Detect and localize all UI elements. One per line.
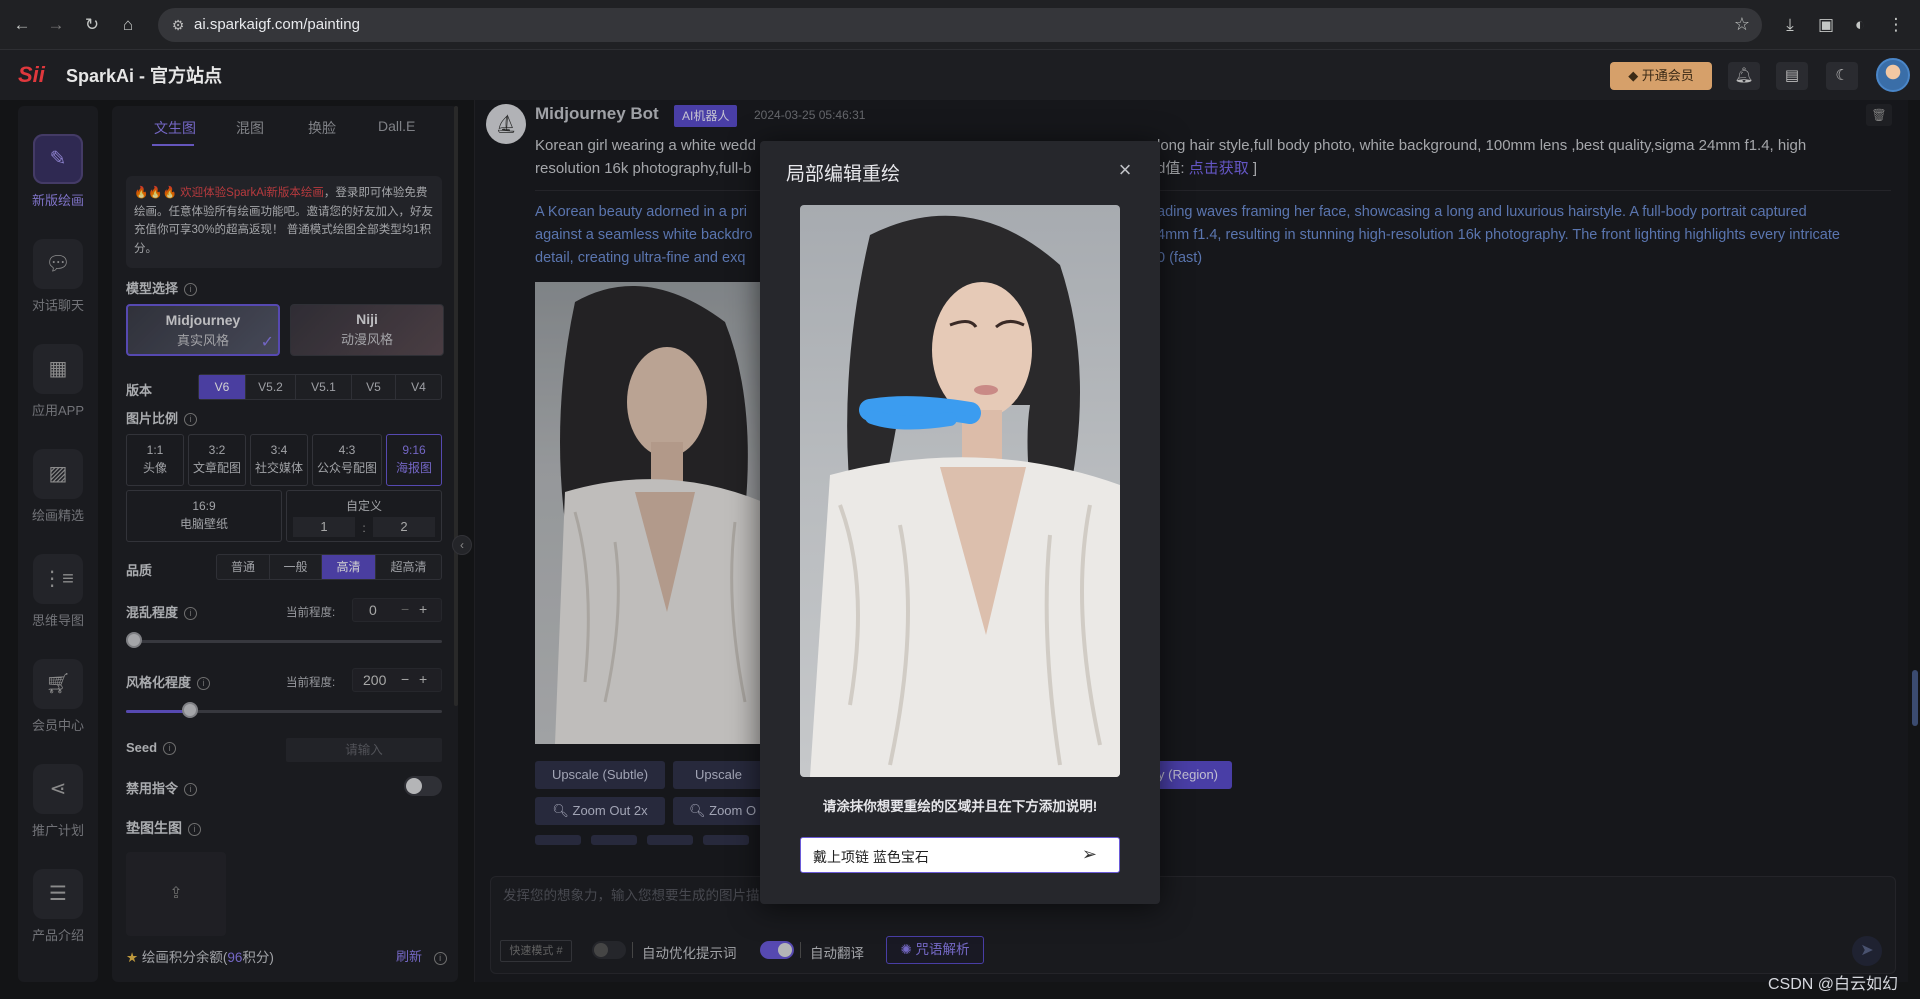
forward-icon[interactable]: → xyxy=(44,13,68,37)
home-icon[interactable]: ⌂ xyxy=(116,13,140,37)
portrait-illustration xyxy=(810,215,1120,777)
modal-hint: 请涂抹你想要重绘的区域并且在下方添加说明! xyxy=(822,799,1098,814)
user-avatar[interactable] xyxy=(1876,58,1910,92)
back-icon[interactable]: ← xyxy=(10,13,34,37)
inpaint-modal: 局部编辑重绘 × 请涂抹你想要重绘的区域并且在下方添加说明! 戴上项链 蓝色宝石… xyxy=(760,141,1160,904)
url-text: ai.sparkaigf.com/painting xyxy=(194,16,360,33)
app-title: SparkAi - 官方站点 xyxy=(66,66,223,86)
app-logo: Sii xyxy=(18,62,45,87)
sidepanel-icon[interactable]: ▣ xyxy=(1814,13,1838,37)
bookmark-star-icon[interactable]: ☆ xyxy=(1734,14,1750,35)
send-icon[interactable]: ➢ xyxy=(1082,844,1097,865)
page-scrollbar[interactable] xyxy=(1912,670,1918,726)
vip-button[interactable]: ◆ 开通会员 xyxy=(1610,62,1712,90)
watermark: CSDN @白云如幻 xyxy=(1768,976,1899,993)
inpaint-input-value: 戴上项链 蓝色宝石 xyxy=(813,849,929,865)
moon-icon[interactable]: ☾ xyxy=(1826,62,1858,90)
site-settings-icon[interactable]: ⚙ xyxy=(168,15,188,35)
bell-icon[interactable]: 🔔︎ xyxy=(1728,62,1760,90)
modal-title: 局部编辑重绘 xyxy=(786,164,901,185)
download-icon[interactable]: ⤓ xyxy=(1778,13,1802,37)
gift-icon[interactable]: ▤ xyxy=(1776,62,1808,90)
close-icon[interactable]: × xyxy=(1112,157,1138,183)
vip-label: 开通会员 xyxy=(1641,68,1694,83)
menu-icon[interactable]: ⋮ xyxy=(1884,13,1908,37)
reload-icon[interactable]: ↻ xyxy=(80,13,104,37)
inpaint-description-input[interactable]: 戴上项链 蓝色宝石 ➢ xyxy=(800,837,1120,873)
inpaint-canvas[interactable] xyxy=(800,205,1120,777)
address-bar[interactable]: ⚙ ai.sparkaigf.com/painting ☆ xyxy=(158,8,1762,42)
browser-toolbar: ← → ↻ ⌂ ⚙ ai.sparkaigf.com/painting ☆ ⤓ … xyxy=(0,0,1920,50)
profile-icon[interactable]: ◐ xyxy=(1848,13,1872,37)
